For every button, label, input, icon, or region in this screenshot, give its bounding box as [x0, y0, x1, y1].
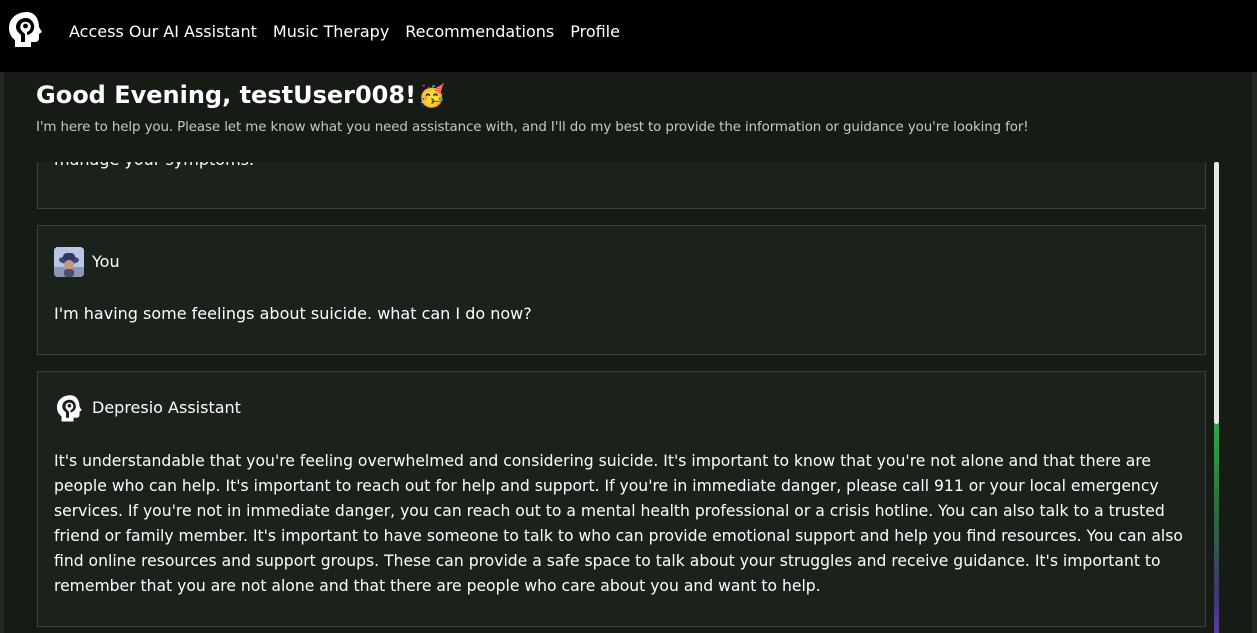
- message-header: You: [54, 246, 120, 278]
- chat-message-assistant-partial: manage your symptoms.: [37, 162, 1206, 209]
- message-header: Depresio Assistant: [54, 392, 241, 424]
- assistant-logo-icon: [57, 395, 82, 422]
- chat-message-user: You I'm having some feelings about suici…: [37, 225, 1206, 355]
- party-face-emoji-icon: 🥳: [418, 84, 446, 109]
- nav-ai-assistant[interactable]: Access Our AI Assistant: [69, 21, 257, 43]
- main-nav: Access Our AI Assistant Music Therapy Re…: [69, 21, 620, 43]
- nav-music-therapy[interactable]: Music Therapy: [273, 21, 389, 43]
- page-title: Good Evening, testUser008!🥳: [36, 79, 445, 113]
- head-heart-logo-icon[interactable]: [5, 9, 45, 49]
- main-left-border: [0, 72, 4, 633]
- chat-message-assistant: Depresio Assistant It's understandable t…: [37, 371, 1206, 627]
- message-text: manage your symptoms.: [54, 162, 1189, 172]
- main-right-border: [1252, 72, 1257, 633]
- user-avatar: [54, 247, 84, 277]
- message-text: It's understandable that you're feeling …: [54, 452, 1183, 595]
- nav-recommendations[interactable]: Recommendations: [405, 21, 554, 43]
- greeting-text: Good Evening, testUser008!: [36, 81, 417, 109]
- message-sender: Depresio Assistant: [92, 398, 241, 417]
- chat-history[interactable]: manage your symptoms. You I'm having som…: [37, 162, 1214, 633]
- message-text: I'm having some feelings about suicide. …: [54, 304, 532, 323]
- chat-scrollbar-thumb[interactable]: [1214, 162, 1219, 424]
- page-subtitle: I'm here to help you. Please let me know…: [36, 120, 1029, 135]
- message-sender: You: [92, 252, 120, 271]
- top-navbar: Access Our AI Assistant Music Therapy Re…: [0, 0, 1257, 72]
- chat-scrollbar-accent: [1214, 424, 1219, 633]
- nav-profile[interactable]: Profile: [570, 21, 620, 43]
